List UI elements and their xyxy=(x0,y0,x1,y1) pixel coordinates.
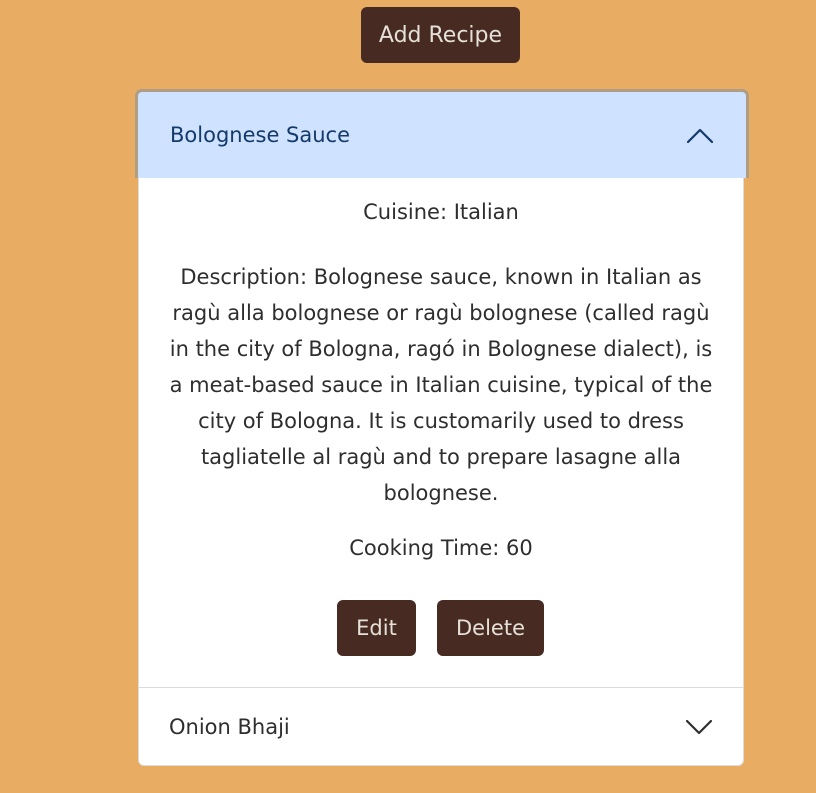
recipe-accordion: Bolognese Sauce Cuisine: Italian Descrip… xyxy=(135,89,749,766)
chevron-down-icon[interactable] xyxy=(685,718,713,736)
recipe-cuisine: Cuisine: Italian xyxy=(363,200,519,224)
edit-button[interactable]: Edit xyxy=(337,600,416,656)
recipe-description: Description: Bolognese sauce, known in I… xyxy=(169,265,713,505)
chevron-up-icon[interactable] xyxy=(686,126,714,144)
recipe-title: Onion Bhaji xyxy=(169,715,290,739)
accordion-header-onion-bhaji[interactable]: Onion Bhaji xyxy=(139,688,743,766)
recipe-title: Bolognese Sauce xyxy=(170,123,351,147)
page: Add Recipe Bolognese Sauce Cuisine: Ital… xyxy=(0,0,816,793)
accordion-header-bolognese[interactable]: Bolognese Sauce xyxy=(135,89,749,178)
recipe-cooking-time: Cooking Time: 60 xyxy=(349,536,533,560)
add-recipe-button[interactable]: Add Recipe xyxy=(361,7,520,63)
delete-button[interactable]: Delete xyxy=(437,600,544,656)
